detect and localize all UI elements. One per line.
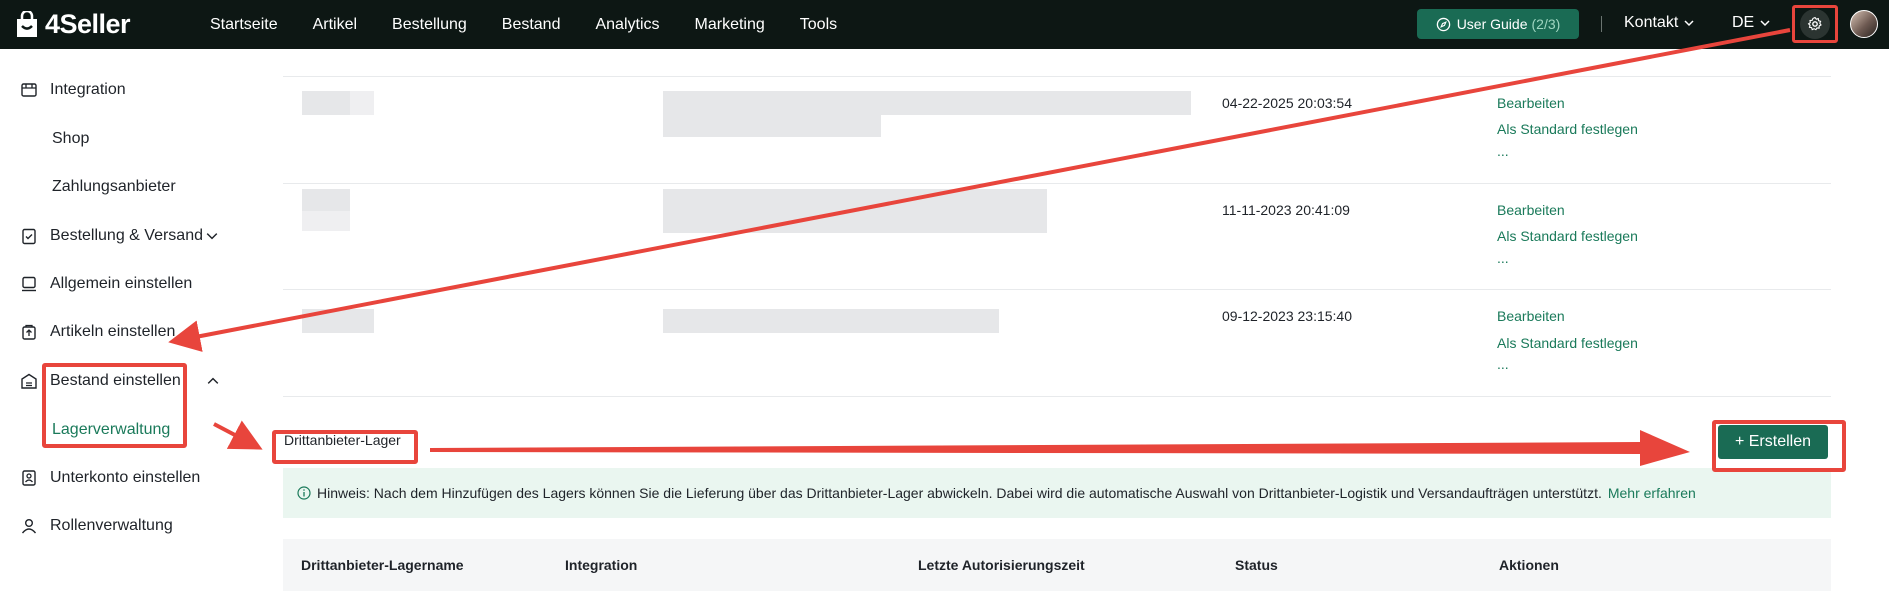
edit-link[interactable]: Bearbeiten: [1497, 95, 1565, 111]
column-header: Letzte Autorisierungszeit: [918, 557, 1085, 573]
row-date: 04-22-2025 20:03:54: [1222, 95, 1352, 111]
edit-link[interactable]: Bearbeiten: [1497, 308, 1565, 324]
redacted-name: [302, 91, 350, 115]
set-default-link[interactable]: Als Standard festlegen: [1497, 228, 1638, 244]
sidebar-item-label: Unterkonto einstellen: [50, 469, 201, 486]
shopping-bag-icon: [17, 10, 37, 37]
edit-link[interactable]: Bearbeiten: [1497, 202, 1565, 218]
compass-icon: [1436, 17, 1450, 31]
section-title: Drittanbieter-Lager: [284, 432, 401, 448]
more-actions-link[interactable]: ...: [1497, 143, 1509, 159]
learn-more-link[interactable]: Mehr erfahren: [1608, 485, 1696, 501]
row-divider: [283, 396, 1831, 397]
brand-logo[interactable]: 4Seller: [14, 9, 131, 40]
chevron-down-icon: [206, 233, 218, 240]
sidebar-item-bestand[interactable]: Bestand einstellen: [0, 366, 225, 396]
avatar[interactable]: [1850, 10, 1878, 38]
top-bar: 4Seller Startseite Artikel Bestellung Be…: [0, 0, 1889, 49]
main-nav: Startseite Artikel Bestellung Bestand An…: [210, 0, 872, 49]
settings-button[interactable]: [1792, 5, 1838, 43]
user-icon: [21, 519, 37, 534]
redacted-address-line2: [663, 213, 1047, 233]
column-header: Aktionen: [1499, 557, 1559, 573]
row-divider: [283, 289, 1831, 290]
row-divider: [283, 76, 1831, 77]
warehouse-icon: [21, 373, 37, 389]
sidebar-item-label: Bestand einstellen: [50, 372, 181, 389]
sidebar-item-zahlungsanbieter[interactable]: Zahlungsanbieter: [52, 178, 176, 196]
hint-banner: Hinweis: Nach dem Hinzufügen des Lagers …: [283, 468, 1831, 518]
nav-analytics[interactable]: Analytics: [595, 16, 659, 34]
upload-box-icon: [22, 324, 36, 340]
redacted-name: [302, 189, 350, 211]
nav-artikel[interactable]: Artikel: [313, 16, 357, 34]
gear-icon: [1807, 16, 1822, 31]
chevron-down-icon: [1760, 20, 1770, 27]
chevron-up-icon: [207, 377, 219, 384]
column-header: Integration: [565, 557, 638, 573]
sidebar-item-lagerverwaltung[interactable]: Lagerverwaltung: [52, 421, 170, 439]
sidebar-item-label: Allgemein einstellen: [50, 275, 193, 292]
sidebar-item-bestellung-versand[interactable]: Bestellung & Versand: [0, 221, 225, 251]
settings-button-bg: [1800, 9, 1830, 39]
language-label: DE: [1732, 14, 1755, 31]
clipboard-check-icon: [22, 228, 36, 245]
sidebar-item-label: Rollenverwaltung: [50, 517, 173, 534]
more-actions-link[interactable]: ...: [1497, 356, 1509, 372]
contact-dropdown[interactable]: Kontakt: [1624, 14, 1694, 32]
redacted-address-line2: [663, 115, 881, 137]
nav-tools[interactable]: Tools: [800, 16, 837, 34]
nav-bestand[interactable]: Bestand: [502, 16, 561, 34]
row-date: 09-12-2023 23:15:40: [1222, 308, 1352, 324]
sidebar: Integration Shop Zahlungsanbieter Bestel…: [0, 49, 248, 591]
row-divider: [283, 183, 1831, 184]
redacted-address: [663, 309, 999, 333]
redacted-name-line2: [302, 211, 350, 231]
redacted-address: [663, 189, 1047, 213]
nav-startseite[interactable]: Startseite: [210, 16, 278, 34]
store-icon: [21, 83, 37, 97]
user-guide-button[interactable]: User Guide (2/3): [1417, 9, 1579, 39]
redacted-address: [663, 91, 1191, 115]
chevron-down-icon: [1684, 20, 1694, 27]
column-header: Drittanbieter-Lagername: [301, 557, 464, 573]
user-guide-label: User Guide: [1456, 16, 1528, 32]
set-default-link[interactable]: Als Standard festlegen: [1497, 335, 1638, 351]
contact-label: Kontakt: [1624, 14, 1679, 31]
sidebar-item-label: Bestellung & Versand: [50, 227, 203, 244]
create-button[interactable]: + Erstellen: [1718, 425, 1828, 459]
sidebar-item-label: Artikeln einstellen: [50, 323, 176, 340]
row-date: 11-11-2023 20:41:09: [1222, 202, 1350, 218]
table-header: Drittanbieter-Lagername Integration Letz…: [283, 539, 1831, 591]
hint-text: Hinweis: Nach dem Hinzufügen des Lagers …: [317, 485, 1602, 501]
user-card-icon: [22, 470, 36, 486]
redacted-name: [302, 309, 374, 333]
nav-bestellung[interactable]: Bestellung: [392, 16, 467, 34]
header-divider: [1601, 16, 1602, 32]
set-default-link[interactable]: Als Standard festlegen: [1497, 121, 1638, 137]
main-content: 04-22-2025 20:03:54 Bearbeiten Als Stand…: [248, 49, 1889, 591]
column-header: Status: [1235, 557, 1278, 573]
nav-marketing[interactable]: Marketing: [695, 16, 765, 34]
info-icon: [297, 486, 311, 500]
user-guide-count: (2/3): [1531, 16, 1561, 32]
brand-name: 4Seller: [45, 9, 131, 39]
monitor-icon: [22, 276, 36, 292]
language-dropdown[interactable]: DE: [1732, 14, 1770, 32]
sidebar-item-shop[interactable]: Shop: [52, 130, 89, 148]
more-actions-link[interactable]: ...: [1497, 250, 1509, 266]
redacted-name-fade: [350, 91, 374, 115]
sidebar-item-label: Integration: [50, 81, 126, 98]
